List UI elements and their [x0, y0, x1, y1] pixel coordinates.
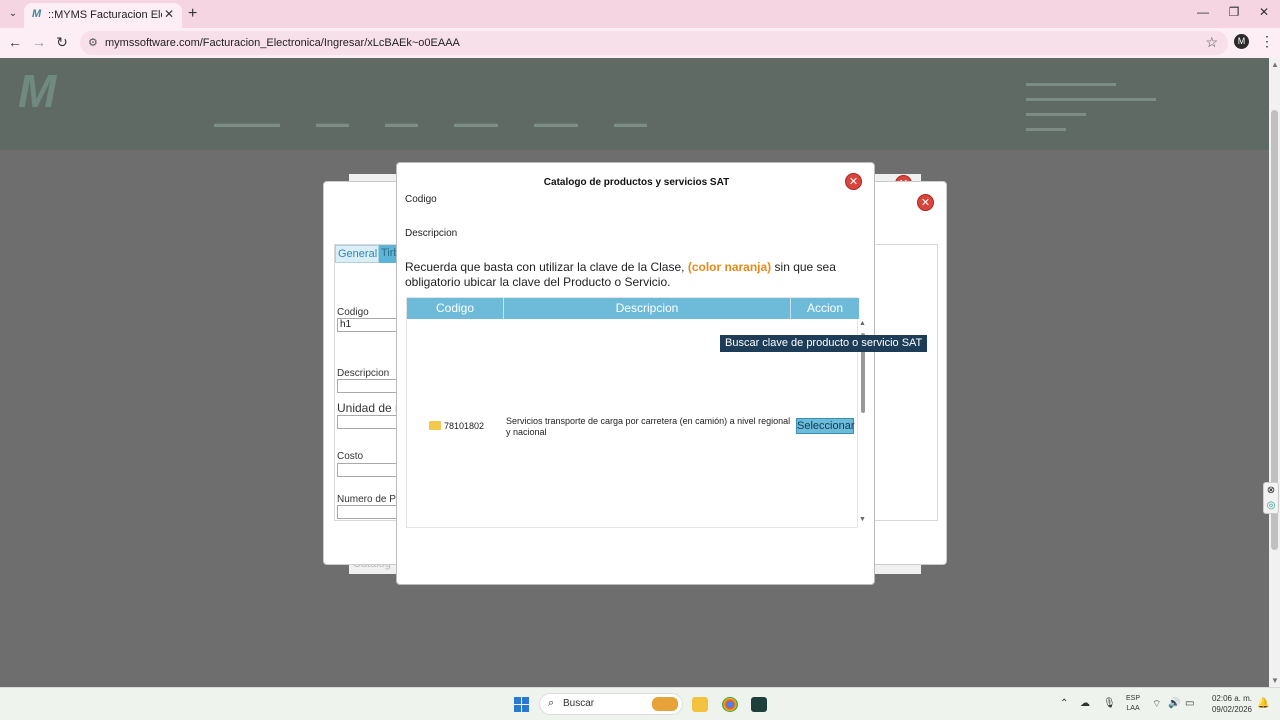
site-favicon-icon: M [32, 8, 42, 20]
modal-title: Catalogo de productos y servicios SAT [543, 177, 730, 188]
microphone-icon[interactable]: 🎙 [1103, 698, 1116, 709]
codigo-label: Codigo [337, 307, 369, 318]
chrome-icon[interactable] [722, 697, 738, 712]
windows-start-icon[interactable] [514, 697, 529, 712]
top-menu-dimmed: ▬▬▬▬▬▬ ▬▬▬ ▬▬▬ ▬▬▬▬ ▬▬▬▬ ▬▬▬ [214, 118, 647, 130]
tab-general[interactable]: General [335, 245, 379, 263]
lang-code: ESP [1126, 695, 1141, 702]
tab-close-icon[interactable]: ✕ [164, 7, 174, 21]
note-highlight: (color naranja) [687, 260, 772, 274]
url-text: mymssoftware.com/Facturacion_Electronica… [105, 37, 460, 49]
bookmark-star-icon[interactable]: ☆ [1205, 34, 1218, 51]
row-code: 78101802 [444, 421, 485, 431]
descripcion-label: Descripcion [337, 368, 390, 379]
cloud-icon[interactable]: ☁ [1080, 698, 1090, 709]
reload-icon[interactable]: ↻ [53, 34, 71, 51]
modal-descripcion-label: Descripcion [405, 228, 458, 239]
site-info-icon[interactable]: ⚙ [88, 36, 98, 49]
sat-catalog-modal: Catalogo de productos y servicios SAT ✕ … [396, 162, 875, 585]
battery-icon[interactable]: ▭ [1185, 698, 1194, 709]
column-header-codigo[interactable]: Codigo [407, 298, 504, 319]
lang-layout: LAA [1126, 705, 1140, 712]
windows-taskbar: ⌕ Buscar ⌃ ☁ 🎙 ESP LAA ⌔ 🔊 ▭ 02:06 a. m.… [0, 687, 1280, 720]
search-icon: ⌕ [548, 697, 555, 709]
address-bar[interactable]: ⚙ mymssoftware.com/Facturacion_Electroni… [80, 31, 1228, 55]
forward-icon[interactable]: → [30, 34, 48, 50]
costo-label: Costo [337, 451, 364, 462]
class-key-note: Recuerda que basta con utilizar la clave… [405, 260, 855, 290]
system-clock[interactable]: 02:06 a. m. 09/02/2026 [1208, 693, 1252, 715]
search-label: Buscar [563, 698, 595, 709]
taskbar-search[interactable]: ⌕ Buscar [539, 693, 683, 715]
user-info-dimmed: ▬▬▬▬▬▬▬▬▬ ▬▬▬▬▬▬▬▬▬▬▬▬▬ ▬▬▬▬▬▬ ▬▬▬▬ [1026, 78, 1156, 134]
clock-time: 02:06 a. m. [1211, 694, 1252, 703]
back-icon[interactable]: ← [6, 34, 24, 50]
product-dialog-close-icon[interactable]: ✕ [917, 194, 934, 211]
unidad-label: Unidad de m [337, 401, 406, 415]
language-indicator[interactable]: ESP LAA [1126, 694, 1140, 714]
wifi-icon[interactable]: ⌔ [1152, 698, 1161, 711]
modal-close-icon[interactable]: ✕ [845, 173, 862, 190]
note-text-1: Recuerda que basta con utilizar la clave… [405, 260, 688, 274]
tab-list-dropdown-icon[interactable]: ⌄ [5, 6, 21, 22]
browser-menu-icon[interactable]: ⋮ [1260, 33, 1274, 50]
grid-header: Codigo Descripcion Accion [407, 298, 859, 319]
clock-date: 09/02/2026 [1211, 705, 1252, 714]
tray-chevron-icon[interactable]: ⌃ [1060, 698, 1068, 709]
restore-icon[interactable]: ❐ [1224, 5, 1244, 19]
modal-codigo-label: Codigo [405, 194, 437, 205]
site-logo: M [18, 65, 57, 117]
new-tab-icon[interactable]: + [188, 5, 197, 23]
scroll-up-icon[interactable]: ▲ [859, 320, 866, 327]
minimize-icon[interactable]: — [1193, 5, 1213, 19]
widget-close-icon[interactable]: ⊗ [1264, 483, 1278, 498]
search-sat-tooltip: Buscar clave de producto o servicio SAT [720, 335, 928, 352]
table-row[interactable]: 78101802 Servicios transporte de carga p… [407, 416, 857, 446]
file-explorer-icon[interactable] [692, 697, 708, 712]
page-scrollbar[interactable]: ▲ ▼ [1269, 58, 1280, 687]
select-button[interactable]: Seleccionar [796, 418, 854, 434]
numero-label: Numero de Pe [337, 494, 402, 505]
column-header-accion[interactable]: Accion [791, 298, 859, 319]
site-header: M ▬▬▬▬▬▬ ▬▬▬ ▬▬▬ ▬▬▬▬ ▬▬▬▬ ▬▬▬ ▬▬▬▬▬▬▬▬▬ ▬▬▬▬▬… [0, 58, 1269, 150]
column-header-descripcion[interactable]: Descripcion [504, 298, 791, 319]
scroll-down-icon[interactable]: ▼ [859, 516, 866, 523]
profile-avatar[interactable]: M [1234, 34, 1249, 49]
volume-icon[interactable]: 🔊 [1168, 698, 1180, 709]
page-scroll-up-icon[interactable]: ▲ [1271, 60, 1279, 69]
browser-tab[interactable]: M ::MYMS Facturacion Electronica ✕ [24, 3, 182, 28]
search-highlight-icon [652, 697, 678, 711]
folder-icon [429, 421, 441, 430]
side-widget[interactable]: ⊗ ◎ [1263, 482, 1279, 514]
grid-scrollbar[interactable]: ▲ ▼ [859, 320, 868, 528]
widget-target-icon[interactable]: ◎ [1264, 498, 1278, 513]
catalog-grid: Codigo Descripcion Accion 78101802 Servi… [406, 297, 866, 528]
row-description: Servicios transporte de carga por carret… [506, 416, 791, 437]
browser-toolbar: ← → ↻ ⚙ mymssoftware.com/Facturacion_Ele… [0, 28, 1280, 58]
notification-icon[interactable]: 🔔 [1257, 698, 1269, 709]
browser-tab-strip: ⌄ M ::MYMS Facturacion Electronica ✕ + —… [0, 0, 1280, 28]
tab-title: ::MYMS Facturacion Electronica [48, 9, 162, 21]
window-close-icon[interactable]: ✕ [1254, 5, 1274, 19]
terminal-app-icon[interactable] [751, 697, 767, 712]
page-scroll-down-icon[interactable]: ▼ [1271, 676, 1279, 685]
